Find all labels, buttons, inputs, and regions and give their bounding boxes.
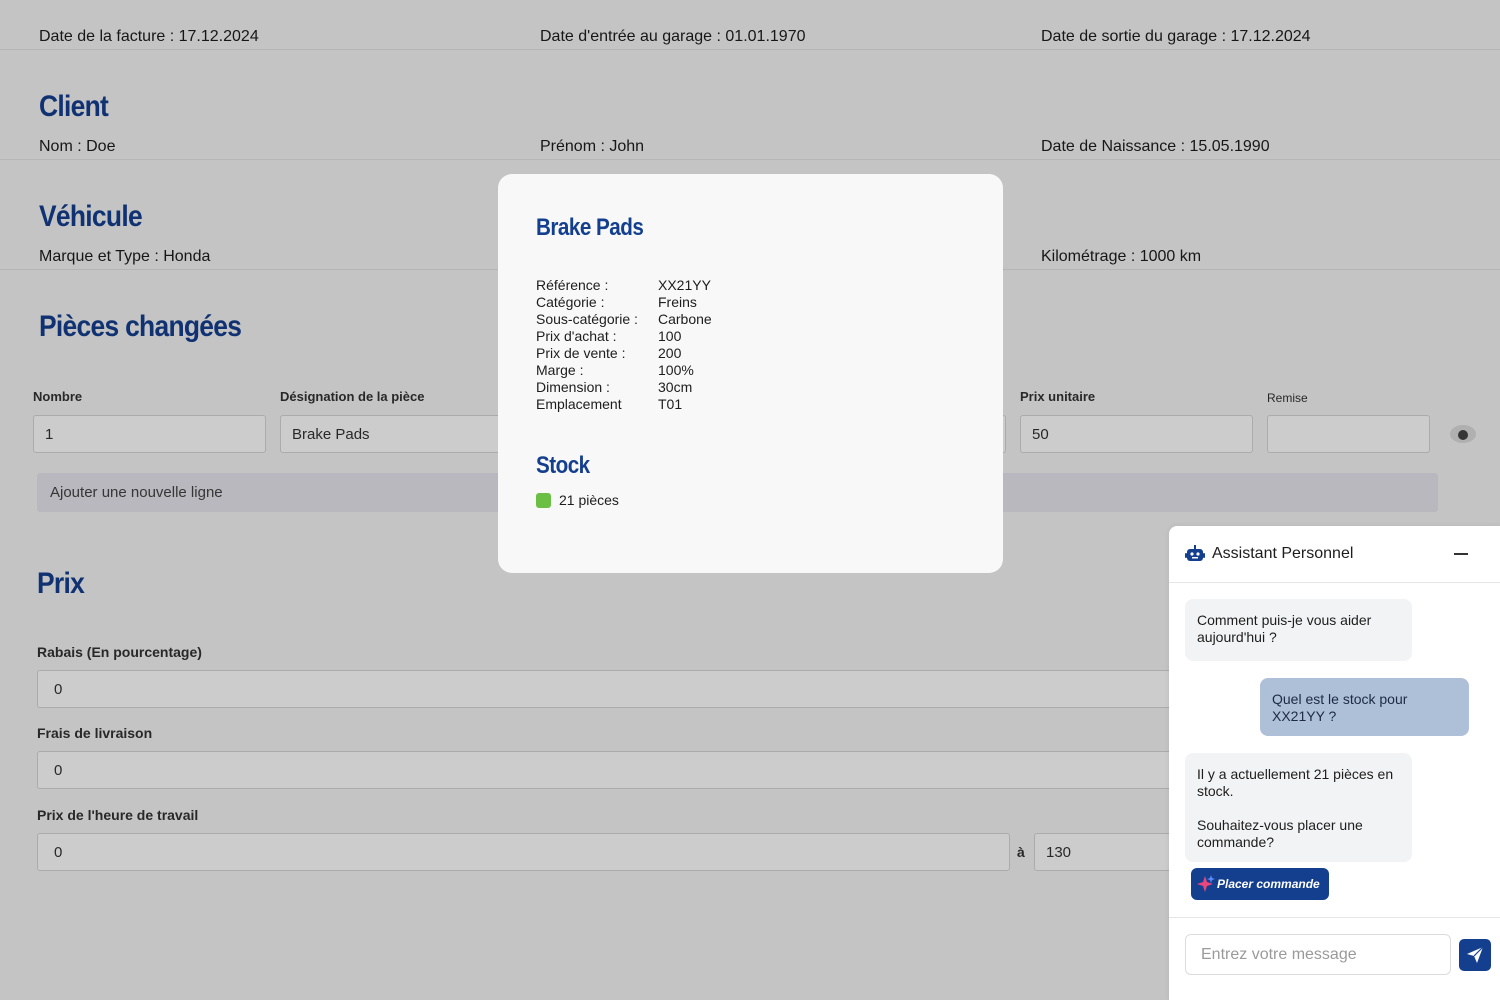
- spec-value: Carbone: [658, 311, 712, 327]
- spec-row: Emplacement T01: [536, 396, 712, 413]
- spec-key: Emplacement: [536, 396, 622, 412]
- spec-key: Catégorie :: [536, 294, 605, 310]
- spec-value: 100: [658, 328, 682, 344]
- chat-assistant-panel: Assistant Personnel Comment puis-je vous…: [1169, 526, 1500, 1000]
- sparkle-icon: [1197, 875, 1215, 892]
- spec-row: Dimension : 30cm: [536, 379, 712, 396]
- spec-value: 200: [658, 345, 682, 361]
- minimize-icon[interactable]: [1454, 553, 1468, 555]
- stock-count: 21 pièces: [559, 492, 619, 508]
- chat-message-user: Quel est le stock pour XX21YY ?: [1260, 678, 1469, 736]
- place-order-button[interactable]: Placer commande: [1191, 868, 1329, 900]
- spec-key: Marge :: [536, 362, 584, 378]
- divider: [1169, 917, 1500, 918]
- spec-row: Prix d'achat : 100: [536, 328, 712, 345]
- part-details-modal: Brake Pads Référence : XX21YY Catégorie :…: [498, 174, 1003, 573]
- spec-value: 100%: [658, 362, 694, 378]
- chat-message-bot: Il y a actuellement 21 pièces en stock. …: [1185, 753, 1412, 862]
- spec-row: Catégorie : Freins: [536, 294, 712, 311]
- part-specs: Référence : XX21YY Catégorie : Freins Sous…: [536, 277, 712, 413]
- place-order-label: Placer commande: [1217, 877, 1320, 891]
- stock-title: Stock: [536, 452, 590, 479]
- part-title: Brake Pads: [536, 214, 644, 241]
- robot-icon: [1185, 545, 1205, 561]
- send-icon: [1467, 946, 1484, 963]
- spec-row: Référence : XX21YY: [536, 277, 712, 294]
- spec-value: T01: [658, 396, 683, 412]
- spec-key: Sous-catégorie :: [536, 311, 638, 327]
- stock-status: 21 pièces: [536, 492, 619, 508]
- chat-header: Assistant Personnel: [1169, 526, 1500, 583]
- spec-row: Prix de vente : 200: [536, 345, 712, 362]
- spec-value: 30cm: [658, 379, 693, 395]
- chat-title: Assistant Personnel: [1212, 545, 1354, 562]
- spec-value: Freins: [658, 294, 697, 310]
- stock-ok-icon: [536, 492, 551, 508]
- chat-message-bot: Comment puis-je vous aider aujourd'hui ?: [1185, 599, 1412, 661]
- spec-key: Référence :: [536, 277, 609, 293]
- spec-key: Prix de vente :: [536, 345, 626, 361]
- spec-key: Dimension :: [536, 379, 610, 395]
- chat-message-input[interactable]: [1185, 934, 1451, 975]
- send-button[interactable]: [1459, 939, 1491, 971]
- spec-key: Prix d'achat :: [536, 328, 617, 344]
- spec-row: Marge : 100%: [536, 362, 712, 379]
- spec-value: XX21YY: [658, 277, 711, 293]
- spec-row: Sous-catégorie : Carbone: [536, 311, 712, 328]
